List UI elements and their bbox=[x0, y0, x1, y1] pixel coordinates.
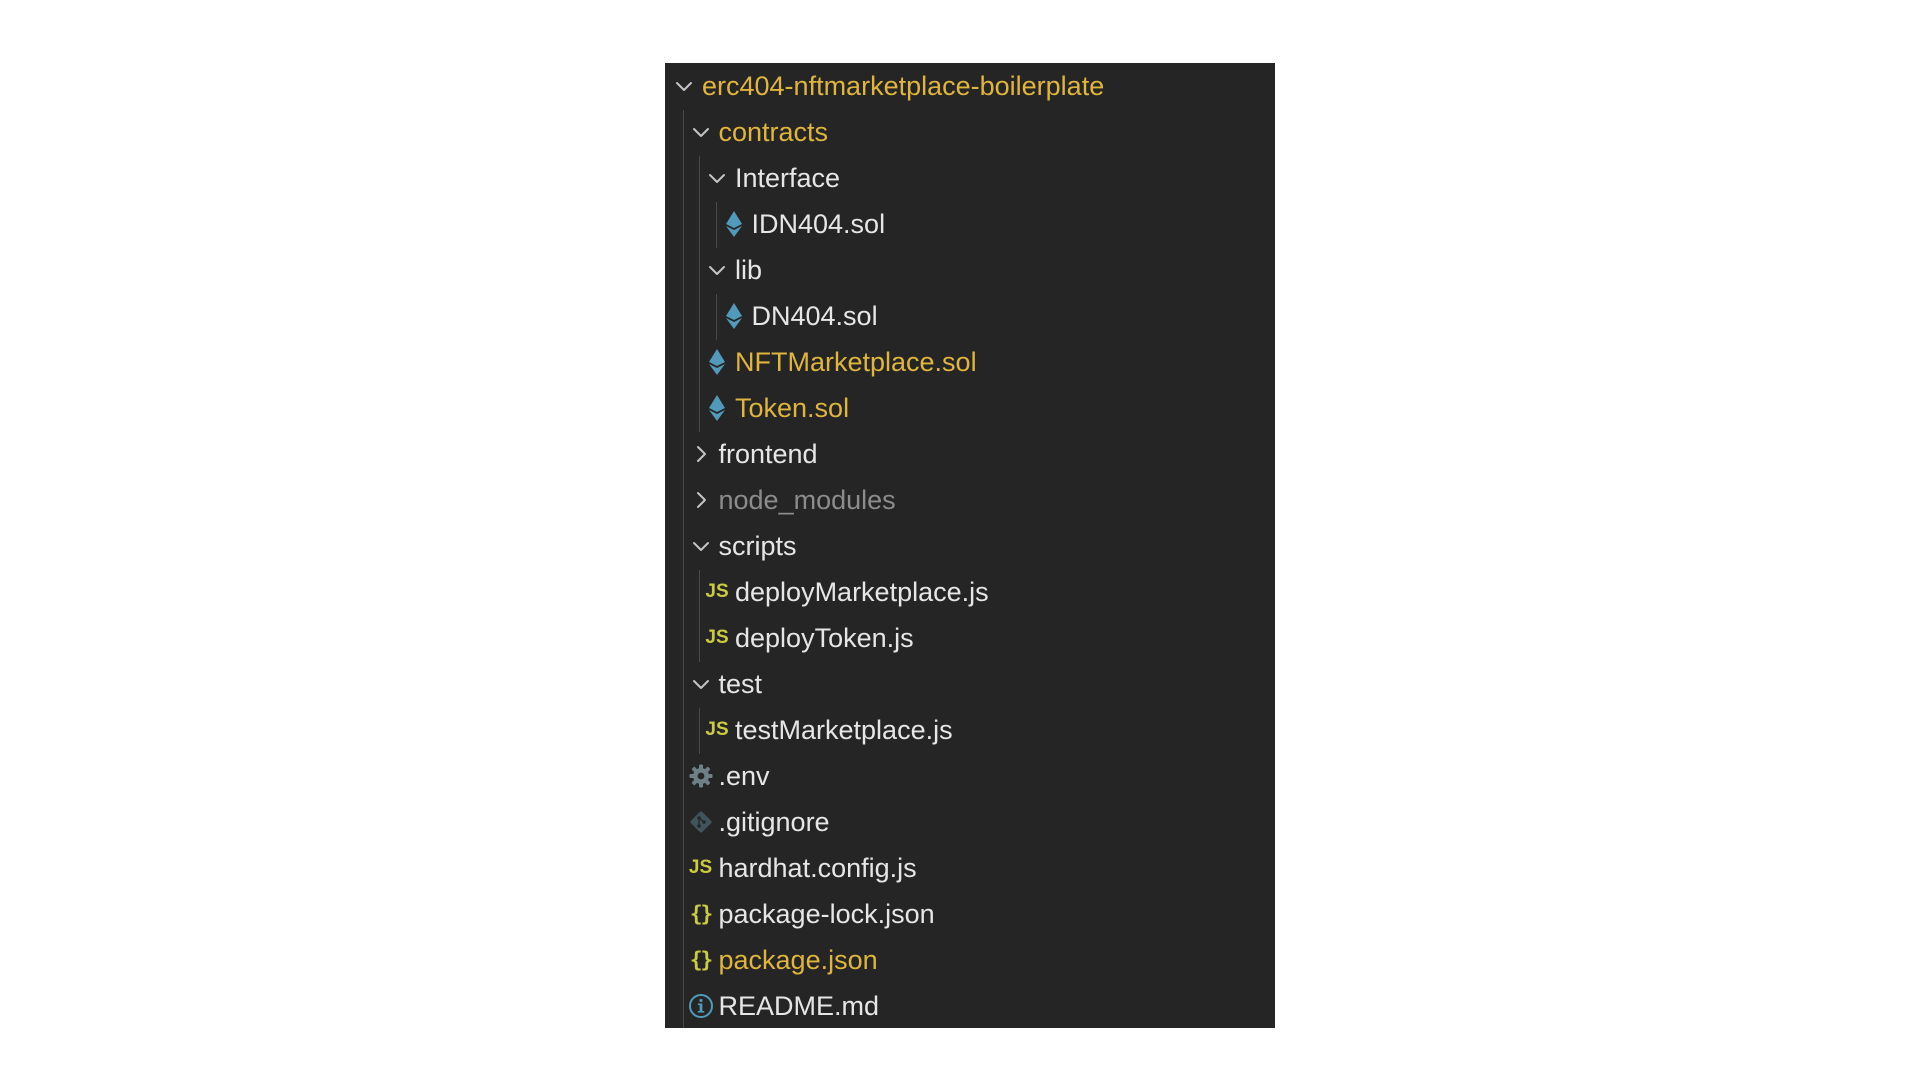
gear-icon bbox=[685, 753, 717, 799]
folder-label: lib bbox=[735, 254, 763, 285]
file-label: DN404.sol bbox=[751, 300, 878, 331]
file-label: package.json bbox=[718, 944, 878, 975]
ethereum-icon bbox=[718, 293, 750, 339]
folder-item-lib[interactable]: lib bbox=[665, 247, 1275, 293]
folder-item-node-modules[interactable]: node_modules bbox=[665, 477, 1275, 523]
chevron-down-icon bbox=[668, 63, 700, 109]
chevron-down-icon bbox=[685, 523, 717, 569]
file-label: deployMarketplace.js bbox=[735, 576, 989, 607]
folder-label: contracts bbox=[718, 116, 829, 147]
file-label: IDN404.sol bbox=[751, 208, 886, 239]
javascript-icon: JS bbox=[705, 719, 729, 740]
indent-guide bbox=[699, 570, 700, 662]
file-item-gitignore[interactable]: .gitignore bbox=[665, 799, 1275, 845]
file-item-idn404-sol[interactable]: IDN404.sol bbox=[665, 201, 1275, 247]
folder-item-erc404-nftmarketplace-boilerplate[interactable]: erc404-nftmarketplace-boilerplate bbox=[665, 63, 1275, 109]
folder-label: Interface bbox=[735, 162, 841, 193]
file-item-readme-md[interactable]: README.md bbox=[665, 983, 1275, 1028]
file-label: NFTMarketplace.sol bbox=[735, 346, 977, 377]
folder-label: frontend bbox=[718, 438, 818, 469]
file-item-nftmarketplace-sol[interactable]: NFTMarketplace.sol bbox=[665, 339, 1275, 385]
folder-item-frontend[interactable]: frontend bbox=[665, 431, 1275, 477]
file-item-hardhat-config-js[interactable]: JS hardhat.config.js bbox=[665, 845, 1275, 891]
folder-item-scripts[interactable]: scripts bbox=[665, 523, 1275, 569]
file-label: .env bbox=[718, 760, 770, 791]
file-item-testmarketplace-js[interactable]: JS testMarketplace.js bbox=[665, 707, 1275, 753]
chevron-right-icon bbox=[685, 431, 717, 477]
file-item-package-lock-json[interactable]: {} package-lock.json bbox=[665, 891, 1275, 937]
file-label: hardhat.config.js bbox=[718, 852, 917, 883]
chevron-down-icon bbox=[685, 109, 717, 155]
file-tree: erc404-nftmarketplace-boilerplate contrac… bbox=[665, 63, 1275, 1028]
chevron-down-icon bbox=[701, 247, 733, 293]
chevron-down-icon bbox=[701, 155, 733, 201]
indent-guide bbox=[715, 202, 717, 248]
ethereum-icon bbox=[701, 339, 733, 385]
json-icon: {} bbox=[689, 902, 713, 926]
info-icon bbox=[685, 983, 717, 1028]
indent-guide bbox=[682, 110, 684, 1028]
file-label: testMarketplace.js bbox=[735, 714, 953, 745]
file-item-token-sol[interactable]: Token.sol bbox=[665, 385, 1275, 431]
folder-label: scripts bbox=[718, 530, 797, 561]
javascript-icon: JS bbox=[705, 627, 729, 648]
folder-item-interface[interactable]: Interface bbox=[665, 155, 1275, 201]
git-icon bbox=[685, 799, 717, 845]
folder-label: node_modules bbox=[718, 484, 896, 515]
file-item-deploymarketplace-js[interactable]: JS deployMarketplace.js bbox=[665, 569, 1275, 615]
file-label: deployToken.js bbox=[735, 622, 914, 653]
javascript-icon: JS bbox=[705, 581, 729, 602]
file-item-env[interactable]: .env bbox=[665, 753, 1275, 799]
ethereum-icon bbox=[718, 201, 750, 247]
javascript-icon: JS bbox=[688, 857, 713, 878]
indent-guide bbox=[699, 708, 700, 754]
file-explorer: erc404-nftmarketplace-boilerplate contrac… bbox=[665, 63, 1275, 1028]
file-label: README.md bbox=[718, 990, 880, 1021]
file-item-dn404-sol[interactable]: DN404.sol bbox=[665, 293, 1275, 339]
file-label: package-lock.json bbox=[718, 898, 935, 929]
json-icon: {} bbox=[689, 948, 713, 972]
folder-item-test[interactable]: test bbox=[665, 661, 1275, 707]
ethereum-icon bbox=[701, 385, 733, 431]
indent-guide bbox=[699, 156, 700, 432]
file-label: .gitignore bbox=[718, 806, 830, 837]
chevron-right-icon bbox=[685, 477, 717, 523]
file-item-deploytoken-js[interactable]: JS deployToken.js bbox=[665, 615, 1275, 661]
folder-label: test bbox=[718, 668, 763, 699]
folder-label: erc404-nftmarketplace-boilerplate bbox=[702, 70, 1105, 101]
folder-item-contracts[interactable]: contracts bbox=[665, 109, 1275, 155]
chevron-down-icon bbox=[685, 661, 717, 707]
file-item-package-json[interactable]: {} package.json bbox=[665, 937, 1275, 983]
file-label: Token.sol bbox=[735, 392, 850, 423]
indent-guide bbox=[715, 294, 717, 340]
